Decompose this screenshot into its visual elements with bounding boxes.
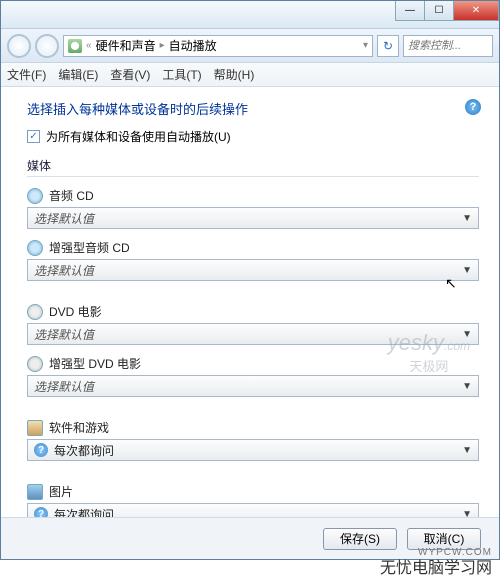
chevron-down-icon: ▼ — [462, 265, 472, 276]
menu-tools[interactable]: 工具(T) — [162, 66, 201, 83]
breadcrumb-autoplay[interactable]: 自动播放 — [169, 37, 217, 54]
dropdown-value: 选择默认值 — [34, 262, 94, 279]
location-icon: ⬤ — [68, 39, 82, 53]
address-dropdown-icon[interactable]: ▾ — [363, 40, 368, 51]
dropdown-value: 选择默认值 — [34, 326, 94, 343]
refresh-button[interactable]: ↻ — [377, 35, 399, 57]
cd-icon — [27, 188, 43, 204]
nav-bar: ⬤ « 硬件和声音 ▸ 自动播放 ▾ ↻ — [1, 29, 499, 63]
label-dvd: DVD 电影 — [49, 303, 102, 320]
address-bar[interactable]: ⬤ « 硬件和声音 ▸ 自动播放 ▾ — [63, 35, 373, 57]
autoplay-all-checkbox-row[interactable]: ✓ 为所有媒体和设备使用自动播放(U) — [27, 128, 479, 145]
pictures-icon — [27, 484, 43, 500]
menu-edit[interactable]: 编辑(E) — [58, 66, 98, 83]
dropdown-enhanced-dvd[interactable]: 选择默认值 ▼ — [27, 375, 479, 397]
checkbox-label: 为所有媒体和设备使用自动播放(U) — [46, 128, 231, 145]
menu-file[interactable]: 文件(F) — [7, 66, 46, 83]
label-software: 软件和游戏 — [49, 419, 109, 436]
menu-view[interactable]: 查看(V) — [110, 66, 150, 83]
menu-bar: 文件(F) 编辑(E) 查看(V) 工具(T) 帮助(H) — [1, 63, 499, 87]
chevron-down-icon: ▼ — [462, 213, 472, 224]
page-heading: 选择插入每种媒体或设备时的后续操作 — [27, 99, 479, 118]
control-panel-window: — ☐ ✕ ⬤ « 硬件和声音 ▸ 自动播放 ▾ ↻ 文件(F) 编辑(E) 查… — [0, 0, 500, 560]
dropdown-audio-cd[interactable]: 选择默认值 ▼ — [27, 207, 479, 229]
forward-button[interactable] — [35, 34, 59, 58]
label-pictures: 图片 — [49, 483, 73, 500]
chevron-down-icon: ▼ — [462, 509, 472, 518]
dropdown-value: 每次都询问 — [54, 442, 114, 459]
software-icon — [27, 420, 43, 436]
search-input[interactable] — [403, 35, 493, 57]
content-area: ? 选择插入每种媒体或设备时的后续操作 ✓ 为所有媒体和设备使用自动播放(U) … — [1, 87, 499, 517]
watermark-wypcw: 无忧电脑学习网 — [380, 554, 492, 578]
title-bar: — ☐ ✕ — [1, 1, 499, 29]
section-media-label: 媒体 — [27, 157, 479, 177]
breadcrumb-hardware[interactable]: 硬件和声音 — [96, 37, 156, 54]
dropdown-software[interactable]: ? 每次都询问 ▼ — [27, 439, 479, 461]
label-audio-cd: 音频 CD — [49, 187, 94, 204]
dvd-icon — [27, 356, 43, 372]
cd-icon — [27, 240, 43, 256]
back-button[interactable] — [7, 34, 31, 58]
label-enhanced-cd: 增强型音频 CD — [49, 239, 130, 256]
menu-help[interactable]: 帮助(H) — [214, 66, 255, 83]
question-icon: ? — [34, 507, 48, 517]
question-icon: ? — [34, 443, 48, 457]
dvd-icon — [27, 304, 43, 320]
breadcrumb-sep: « — [86, 40, 92, 51]
chevron-right-icon: ▸ — [160, 40, 165, 51]
dropdown-value: 每次都询问 — [54, 506, 114, 518]
dropdown-dvd[interactable]: 选择默认值 ▼ — [27, 323, 479, 345]
close-button[interactable]: ✕ — [453, 1, 499, 21]
maximize-button[interactable]: ☐ — [424, 1, 454, 21]
chevron-down-icon: ▼ — [462, 381, 472, 392]
minimize-button[interactable]: — — [395, 1, 425, 21]
chevron-down-icon: ▼ — [462, 445, 472, 456]
dropdown-value: 选择默认值 — [34, 378, 94, 395]
dropdown-pictures[interactable]: ? 每次都询问 ▼ — [27, 503, 479, 517]
chevron-down-icon: ▼ — [462, 329, 472, 340]
help-icon[interactable]: ? — [465, 99, 481, 115]
checkbox-icon[interactable]: ✓ — [27, 130, 40, 143]
dropdown-enhanced-cd[interactable]: 选择默认值 ▼ — [27, 259, 479, 281]
dropdown-value: 选择默认值 — [34, 210, 94, 227]
label-enhanced-dvd: 增强型 DVD 电影 — [49, 355, 141, 372]
save-button[interactable]: 保存(S) — [323, 528, 397, 550]
